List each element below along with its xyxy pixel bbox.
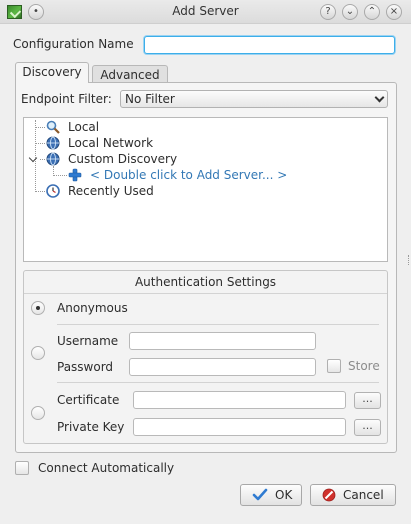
check-icon <box>252 488 268 508</box>
config-name-label: Configuration Name <box>13 37 134 51</box>
tree-branch-line <box>53 175 67 176</box>
tree-item-label: Recently Used <box>68 184 154 198</box>
tree-item-label: < Double click to Add Server... > <box>90 168 288 182</box>
title-bar: • Add Server ? ⌄ ⌃ × <box>0 0 411 24</box>
browse-label: ... <box>362 419 373 432</box>
store-checkbox[interactable] <box>327 359 341 373</box>
maximize-icon: ⌃ <box>367 6 377 17</box>
tree-branch-line <box>35 143 45 144</box>
anonymous-radio[interactable] <box>31 301 45 315</box>
auth-group-title: Authentication Settings <box>134 275 277 289</box>
private-key-label: Private Key <box>57 420 125 434</box>
divider <box>57 382 379 383</box>
connect-automatically-label: Connect Automatically <box>38 461 175 475</box>
plus-icon <box>68 168 82 182</box>
certificate-label: Certificate <box>57 393 120 407</box>
tree-item-label: Local Network <box>68 136 154 150</box>
username-input[interactable] <box>129 332 316 350</box>
divider <box>57 324 379 325</box>
magnifier-icon <box>46 120 60 134</box>
private-key-input[interactable] <box>133 418 346 436</box>
cancel-icon <box>322 488 336 508</box>
minimize-icon: ⌄ <box>345 6 355 17</box>
anonymous-label: Anonymous <box>57 301 128 315</box>
minimize-button[interactable]: ⌄ <box>342 4 358 20</box>
ok-button[interactable]: OK <box>240 484 302 506</box>
cancel-label: Cancel <box>343 488 384 502</box>
tree-branch-line <box>35 127 45 128</box>
tab-discovery[interactable]: Discovery <box>15 62 89 83</box>
password-input[interactable] <box>129 358 316 376</box>
endpoint-filter-label: Endpoint Filter: <box>21 92 112 106</box>
help-button[interactable]: ? <box>320 4 336 20</box>
username-label: Username <box>57 334 119 348</box>
endpoint-filter-value: No Filter <box>125 92 175 106</box>
store-label: Store <box>348 359 380 373</box>
ok-label: OK <box>275 488 293 502</box>
chevron-down-icon <box>374 92 385 103</box>
network-globe-icon <box>46 136 60 150</box>
connect-automatically-checkbox[interactable] <box>15 461 29 475</box>
clock-icon <box>46 184 60 198</box>
close-button[interactable]: × <box>386 4 402 20</box>
certificate-input[interactable] <box>133 391 346 409</box>
certificate-browse-button[interactable]: ... <box>354 392 381 409</box>
divider <box>24 293 387 294</box>
help-icon: ? <box>325 6 331 17</box>
config-name-input[interactable] <box>144 36 395 54</box>
tree-item-label: Custom Discovery <box>68 152 178 166</box>
tab-discovery-label: Discovery <box>22 65 82 79</box>
private-key-browse-button[interactable]: ... <box>354 419 381 436</box>
tree-branch-line <box>35 191 45 192</box>
browse-label: ... <box>362 392 373 405</box>
username-password-radio[interactable] <box>31 346 45 360</box>
maximize-button[interactable]: ⌃ <box>364 4 380 20</box>
cancel-button[interactable]: Cancel <box>310 484 396 506</box>
tree-branch-line <box>40 159 45 160</box>
network-globe-icon <box>46 152 60 166</box>
server-tree[interactable]: Local Local Network Custom Discovery < D… <box>23 117 388 262</box>
tree-item-label: Local <box>68 120 100 134</box>
endpoint-filter-select[interactable]: No Filter <box>120 90 388 108</box>
tab-advanced-label: Advanced <box>100 68 160 82</box>
resize-grip[interactable] <box>408 255 410 265</box>
certificate-radio[interactable] <box>31 406 45 420</box>
password-label: Password <box>57 360 114 374</box>
close-icon: × <box>389 6 399 17</box>
